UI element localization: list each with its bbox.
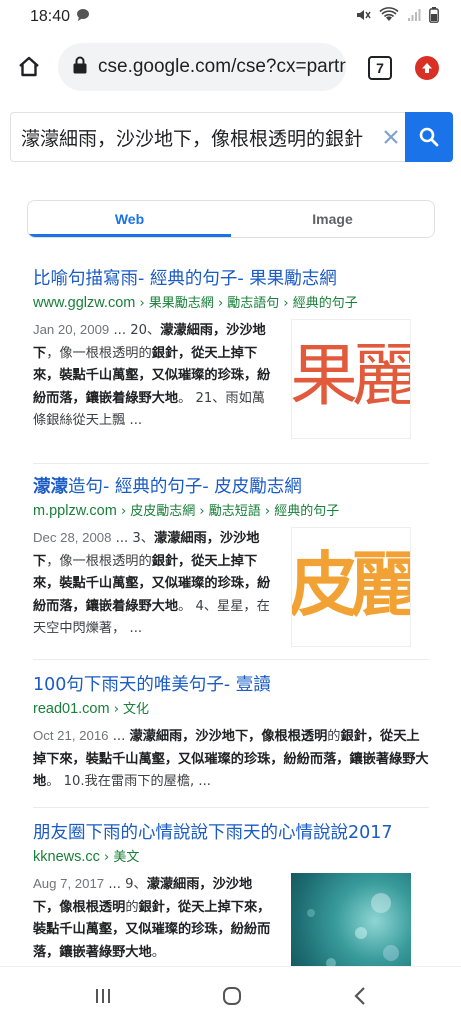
search-query-text: 濛濛細雨，沙沙地下，像根根透明的銀針 (21, 127, 364, 150)
recent-apps-icon (96, 989, 110, 1003)
tab-web[interactable]: Web (28, 201, 231, 237)
results-list: 比喻句描寫雨- 經典的句子- 果果勵志網 www.gglzw.com › 果果勵… (0, 258, 461, 993)
snippet-text: ，像一根根透明的 (46, 345, 152, 361)
back-chevron-icon (354, 987, 365, 1005)
tab-switcher-button[interactable]: 7 (368, 56, 392, 80)
result-date: Dec 28, 2008 (33, 530, 112, 545)
home-button[interactable] (14, 52, 44, 82)
back-button[interactable] (348, 983, 374, 1009)
snippet-text: ... 3、 (111, 531, 154, 546)
home-nav-button[interactable] (219, 983, 245, 1009)
result-path: › 果果勵志網 › 勵志語句 › 經典的句子 (135, 296, 358, 311)
snippet-text: 的 (327, 729, 341, 744)
browser-toolbar: cse.google.com/cse?cx=partne 7 (0, 34, 461, 100)
close-icon (384, 130, 398, 144)
result-title-link[interactable]: 朋友圈下雨的心情說說下雨天的心情說說2017 (33, 820, 429, 846)
result-domain: www.gglzw.com (33, 295, 136, 311)
thumbnail-logo-text: 果麗 (291, 337, 411, 416)
result-thumbnail[interactable]: 皮麗 (291, 527, 411, 647)
snippet-text: ... (108, 729, 130, 744)
result-url[interactable]: kknews.cc › 美文 (33, 846, 429, 869)
update-button[interactable] (415, 56, 439, 80)
wifi-icon (379, 7, 399, 27)
recent-apps-button[interactable] (90, 983, 116, 1009)
search-result: 比喻句描寫雨- 經典的句子- 果果勵志網 www.gglzw.com › 果果勵… (33, 258, 429, 464)
snippet-text: ... 9、 (104, 877, 147, 892)
tab-image[interactable]: Image (231, 201, 434, 237)
home-icon (19, 56, 39, 77)
status-time: 18:40 (30, 8, 71, 25)
home-circle-icon (223, 987, 241, 1005)
result-path: › 文化 (109, 702, 150, 717)
title-text: 造句- 經典的句子- 皮皮勵志網 (68, 477, 302, 497)
snippet-text: ... 20、 (109, 323, 161, 338)
chat-notification-icon (76, 8, 90, 26)
search-result: 朋友圈下雨的心情說說下雨天的心情說說2017 kknews.cc › 美文 Au… (33, 808, 429, 993)
result-date: Oct 21, 2016 (33, 728, 109, 743)
result-date: Jan 20, 2009 (33, 322, 110, 337)
result-url[interactable]: www.gglzw.com › 果果勵志網 › 勵志語句 › 經典的句子 (33, 292, 429, 315)
result-date: Aug 7, 2017 (33, 876, 105, 891)
snippet-text: 的 (125, 899, 139, 915)
result-title-link[interactable]: 100句下雨天的唯美句子- 壹讀 (33, 672, 429, 698)
result-snippet: Dec 28, 2008 ... 3、濛濛細雨，沙沙地下，像一根根透明的銀針，從… (33, 527, 271, 647)
search-input[interactable]: 濛濛細雨，沙沙地下，像根根透明的銀針 (10, 112, 412, 162)
result-thumbnail[interactable]: 果麗 (291, 319, 411, 439)
snippet-highlight: 濛濛細雨，沙沙地下，像根根透明 (129, 729, 328, 744)
search-button[interactable] (405, 112, 453, 162)
title-highlight: 濛濛 (33, 477, 68, 497)
result-domain: read01.com (33, 701, 110, 717)
search-result: 濛濛造句- 經典的句子- 皮皮勵志網 m.pplzw.com › 皮皮勵志網 ›… (33, 464, 429, 660)
result-domain: m.pplzw.com (33, 503, 117, 519)
status-bar: 18:40 (0, 0, 461, 34)
result-snippet: Oct 21, 2016 ... 濛濛細雨，沙沙地下，像根根透明的銀針，從天上掉… (33, 725, 429, 794)
result-title-link[interactable]: 濛濛造句- 經典的句子- 皮皮勵志網 (33, 474, 429, 500)
result-url[interactable]: read01.com › 文化 (33, 698, 429, 721)
thumbnail-logo-text: 皮麗 (291, 544, 411, 626)
snippet-text: 。 (151, 944, 165, 960)
lock-icon (72, 56, 88, 78)
address-bar[interactable]: cse.google.com/cse?cx=partne (58, 43, 346, 91)
signal-icon (407, 8, 421, 26)
snippet-text: ，像一根根透明的 (46, 553, 152, 569)
arrow-up-icon (422, 63, 432, 73)
result-title-link[interactable]: 比喻句描寫雨- 經典的句子- 果果勵志網 (33, 266, 429, 292)
url-text: cse.google.com/cse?cx=partne (98, 56, 346, 77)
result-url[interactable]: m.pplzw.com › 皮皮勵志網 › 勵志短語 › 經典的句子 (33, 500, 429, 523)
result-snippet: Jan 20, 2009 ... 20、濛濛細雨，沙沙地下，像一根根透明的銀針，… (33, 319, 271, 439)
snippet-text: 。 10.我在雷雨下的屋檐, ... (46, 774, 211, 789)
system-navigation-bar (0, 966, 461, 1024)
clear-search-button[interactable] (377, 123, 405, 151)
battery-icon (429, 7, 439, 27)
result-path: › 美文 (99, 850, 140, 865)
result-path: › 皮皮勵志網 › 勵志短語 › 經典的句子 (116, 504, 340, 519)
search-icon (419, 127, 439, 147)
search-result: 100句下雨天的唯美句子- 壹讀 read01.com › 文化 Oct 21,… (33, 660, 429, 808)
mute-icon (355, 7, 371, 27)
result-domain: kknews.cc (33, 849, 100, 865)
search-type-tabs: Web Image (27, 200, 435, 238)
